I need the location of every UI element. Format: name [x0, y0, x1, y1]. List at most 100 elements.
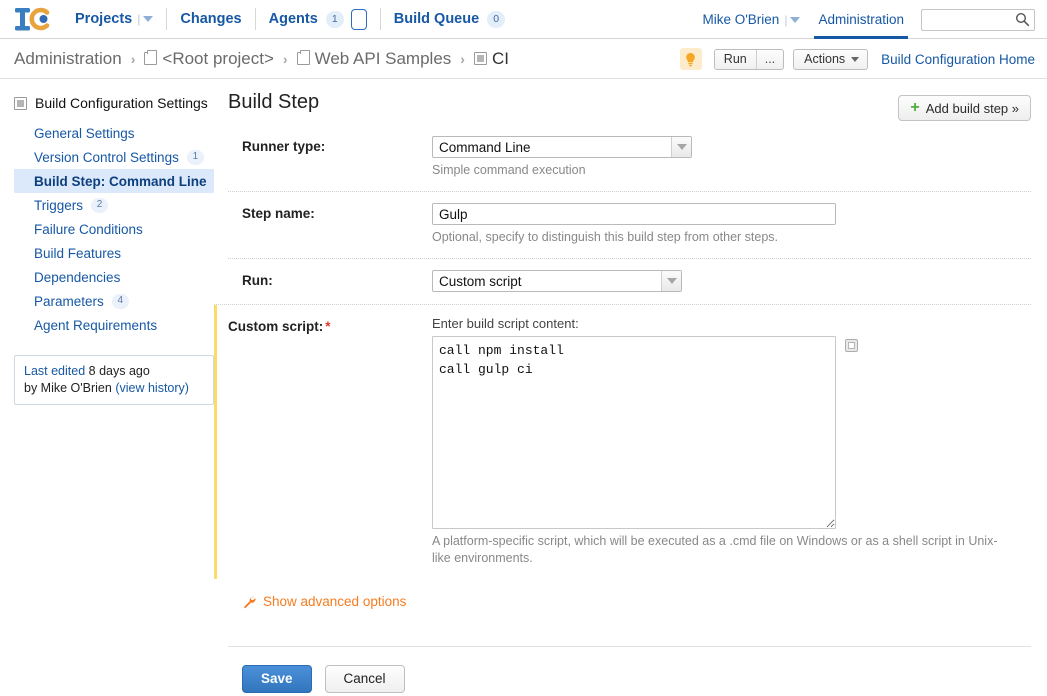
- field-row-run: Run: Custom script: [228, 258, 1031, 304]
- sidebar-item-parameters[interactable]: Parameters 4: [14, 289, 228, 313]
- settings-sidebar: Build Configuration Settings General Set…: [0, 79, 228, 693]
- breadcrumb-separator: ›: [460, 50, 465, 67]
- maximize-editor-icon[interactable]: [845, 339, 858, 352]
- main-navigation: Projects | Changes Agents 1 Build Queue …: [62, 0, 518, 39]
- header-right-area: Mike O'Brien | Administration: [702, 0, 1035, 39]
- user-dropdown-icon[interactable]: |: [784, 13, 801, 27]
- step-name-input[interactable]: [432, 203, 836, 225]
- run-button-label: Run: [723, 52, 747, 66]
- agents-status-box-icon[interactable]: [350, 8, 367, 30]
- sidebar-item-triggers[interactable]: Triggers 2: [14, 193, 228, 217]
- nav-agents-label: Agents: [268, 11, 318, 27]
- view-history-link[interactable]: (view history): [115, 381, 189, 395]
- breadcrumb-bar: Administration › <Root project> › Web AP…: [0, 39, 1047, 79]
- sidebar-item-general-settings[interactable]: General Settings: [14, 121, 228, 145]
- step-name-label: Step name:: [242, 206, 315, 221]
- sidebar-item-label: Dependencies: [34, 269, 121, 285]
- custom-script-label: Custom script: *: [228, 316, 432, 567]
- show-advanced-options-link[interactable]: Show advanced options: [242, 594, 406, 609]
- top-header: Projects | Changes Agents 1 Build Queue …: [0, 0, 1047, 39]
- last-edited-panel: Last edited 8 days ago by Mike O'Brien (…: [14, 355, 214, 405]
- breadcrumb-item-ci[interactable]: CI: [473, 48, 509, 69]
- build-queue-count-badge: 0: [487, 10, 506, 28]
- show-advanced-options-label: Show advanced options: [263, 594, 407, 609]
- cancel-button[interactable]: Cancel: [324, 664, 405, 693]
- runner-type-label: Runner type:: [242, 139, 326, 154]
- sidebar-item-failure-conditions[interactable]: Failure Conditions: [14, 217, 228, 241]
- chevron-down-icon: [851, 56, 860, 62]
- project-folder-icon: [144, 50, 158, 65]
- add-build-step-button[interactable]: + Add build step »: [898, 95, 1031, 121]
- nav-build-queue-label: Build Queue: [393, 11, 480, 27]
- step-name-control: Optional, specify to distinguish this bu…: [432, 203, 1031, 246]
- last-edited-link[interactable]: Last edited: [24, 364, 85, 378]
- run-select[interactable]: Custom script: [432, 270, 682, 292]
- runner-type-hint: Simple command execution: [432, 163, 586, 177]
- project-folder-icon: [296, 50, 310, 65]
- teamcity-logo-icon[interactable]: [14, 6, 52, 32]
- nav-changes[interactable]: Changes: [167, 0, 254, 39]
- projects-dropdown-icon[interactable]: |: [137, 12, 154, 26]
- runner-type-select[interactable]: Command Line: [432, 136, 692, 158]
- sidebar-item-badge: 4: [111, 293, 129, 309]
- nav-agents[interactable]: Agents 1: [256, 0, 380, 39]
- sidebar-item-label: General Settings: [34, 125, 135, 141]
- nav-changes-label: Changes: [180, 11, 242, 27]
- field-row-custom-script: Custom script: * Enter build script conte…: [214, 304, 1031, 579]
- field-row-step-name: Step name: Optional, specify to distingu…: [228, 191, 1031, 258]
- breadcrumb-item-administration[interactable]: Administration: [14, 49, 122, 69]
- run-label: Run:: [242, 273, 273, 288]
- run-button[interactable]: Run ...: [713, 48, 785, 70]
- header-search: [921, 8, 1035, 31]
- sidebar-item-label: Triggers: [34, 197, 84, 213]
- breadcrumb-separator: ›: [130, 50, 136, 67]
- last-edited-by: by Mike O'Brien: [24, 381, 112, 395]
- sidebar-title-label: Build Configuration Settings: [35, 95, 208, 111]
- investigations-bulb-icon[interactable]: [679, 48, 702, 70]
- sidebar-item-badge: 1: [186, 149, 204, 165]
- custom-script-textarea[interactable]: call npm install call gulp ci: [432, 336, 836, 529]
- nav-build-queue[interactable]: Build Queue 0: [381, 0, 518, 39]
- last-edited-when: 8 days ago: [88, 364, 150, 378]
- wrench-icon: [242, 595, 256, 609]
- actions-button[interactable]: Actions: [793, 48, 869, 70]
- build-config-icon: [473, 52, 487, 65]
- breadcrumb-label: <Root project>: [162, 48, 274, 68]
- breadcrumb-item-root-project[interactable]: <Root project>: [144, 49, 274, 69]
- search-input[interactable]: [921, 8, 1035, 31]
- sidebar-item-label: Build Features: [34, 245, 122, 261]
- sidebar-item-agent-requirements[interactable]: Agent Requirements: [14, 313, 228, 337]
- tab-administration[interactable]: Administration: [814, 0, 908, 39]
- sidebar-item-build-features[interactable]: Build Features: [14, 241, 228, 265]
- agents-count-badge: 1: [325, 10, 344, 28]
- breadcrumb-actions: Run ... Actions Build Configuration Home: [679, 39, 1035, 79]
- sidebar-item-build-step-command-line[interactable]: Build Step: Command Line: [14, 169, 214, 193]
- nav-projects-label: Projects: [75, 11, 133, 27]
- sidebar-item-dependencies[interactable]: Dependencies: [14, 265, 228, 289]
- actions-button-label: Actions: [804, 52, 846, 66]
- sidebar-title: Build Configuration Settings: [14, 95, 228, 111]
- sidebar-item-label: Version Control Settings: [34, 149, 179, 165]
- sidebar-item-version-control-settings[interactable]: Version Control Settings 1: [14, 145, 228, 169]
- sidebar-item-label: Agent Requirements: [34, 317, 158, 333]
- user-menu-label[interactable]: Mike O'Brien: [702, 12, 779, 27]
- run-options-button[interactable]: ...: [757, 52, 783, 66]
- build-config-icon: [14, 96, 27, 110]
- custom-script-hint: A platform-specific script, which will b…: [432, 534, 998, 565]
- sidebar-item-badge: 2: [91, 197, 109, 213]
- page-body: Build Configuration Settings General Set…: [0, 79, 1047, 693]
- run-select-wrap: Custom script: [432, 270, 682, 292]
- add-build-step-label: Add build step »: [925, 100, 1019, 116]
- main-content: Build Step + Add build step » Runner typ…: [214, 79, 1047, 693]
- save-button[interactable]: Save: [242, 664, 312, 693]
- sidebar-item-label: Failure Conditions: [34, 221, 143, 237]
- runner-type-select-wrap: Command Line: [432, 136, 692, 158]
- nav-projects[interactable]: Projects |: [62, 0, 166, 39]
- breadcrumb-item-web-api-samples[interactable]: Web API Samples: [296, 49, 451, 69]
- runner-type-control: Command Line Simple command execution: [432, 136, 1031, 179]
- tab-administration-label: Administration: [818, 12, 904, 27]
- build-configuration-home-link[interactable]: Build Configuration Home: [881, 52, 1035, 67]
- sidebar-item-list: General Settings Version Control Setting…: [14, 121, 228, 337]
- breadcrumb-label: CI: [491, 48, 509, 68]
- sidebar-item-label: Build Step: Command Line: [34, 173, 207, 189]
